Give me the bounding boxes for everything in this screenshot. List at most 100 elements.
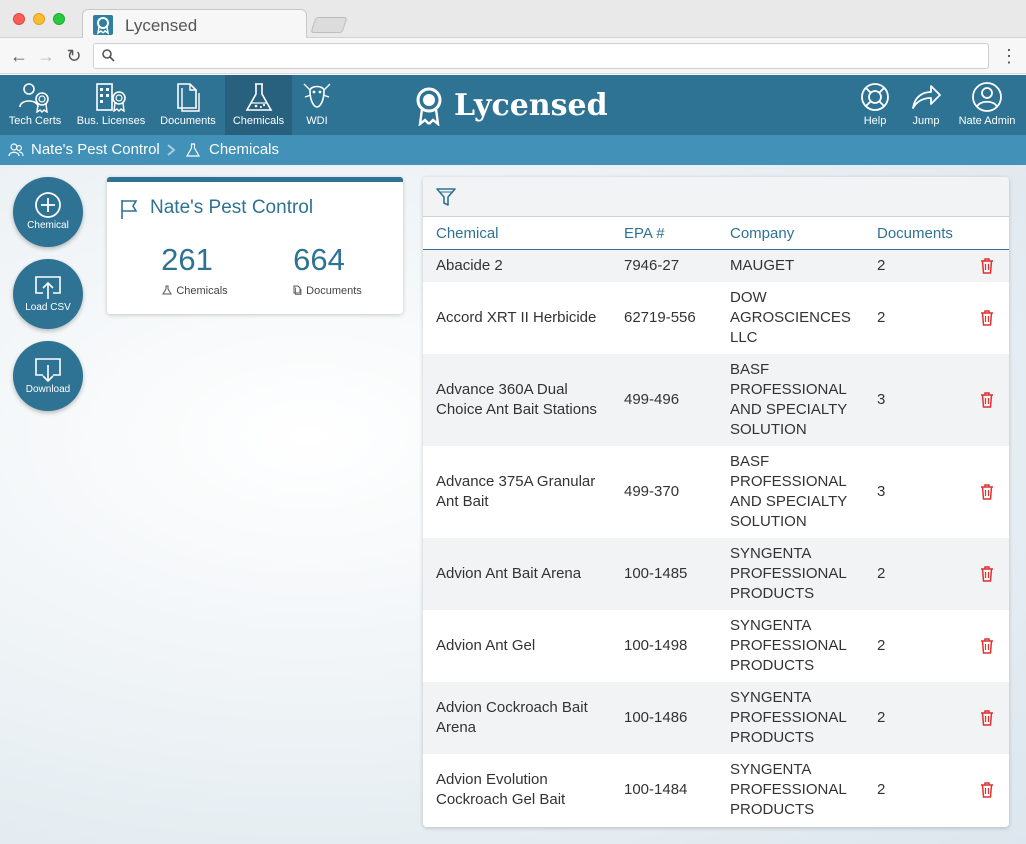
upload-icon	[35, 276, 61, 299]
epa-number: 100-1485	[624, 565, 688, 582]
nav-label: WDI	[306, 115, 328, 127]
new-tab-button[interactable]	[310, 17, 348, 33]
chemicals-count-label: Chemicals	[135, 285, 255, 297]
browser-toolbar: ← → ↻ ⋮	[0, 38, 1026, 74]
lifebuoy-icon	[861, 83, 889, 111]
plus-circle-icon	[35, 192, 61, 218]
table-row[interactable]: Advion Ant Bait Arena 100-1485 SYNGENTA …	[423, 538, 1009, 610]
epa-number: 100-1484	[624, 781, 688, 798]
breadcrumb: Nate's Pest Control Chemicals	[0, 135, 1026, 165]
nav-user-menu[interactable]: Nate Admin	[955, 75, 1019, 135]
certified-people-icon	[19, 83, 49, 113]
nav-bus-licenses[interactable]: Bus. Licenses	[73, 75, 149, 135]
people-icon	[8, 143, 24, 157]
chemical-name: Advion Ant Bait Arena	[436, 565, 582, 582]
column-header-chemical[interactable]: Chemical	[436, 225, 499, 242]
epa-number: 100-1498	[624, 637, 688, 654]
nav-tech-certs[interactable]: Tech Certs	[0, 75, 70, 135]
documents-count: 3	[877, 483, 886, 500]
download-icon	[35, 358, 61, 383]
chemical-name: Advance 375A Granular Ant Bait	[436, 473, 596, 510]
documents-count: 3	[877, 391, 886, 408]
browser-menu-icon[interactable]: ⋮	[1000, 46, 1018, 66]
termite-icon	[303, 83, 331, 108]
documents-icon	[177, 83, 200, 112]
chemicals-table: Chemical EPA # Company Documents Abacide…	[423, 177, 1009, 827]
chemical-name: Accord XRT II Herbicide	[436, 309, 597, 326]
epa-number: 100-1486	[624, 709, 688, 726]
chemical-name: Advion Cockroach Bait Arena	[436, 699, 588, 736]
breadcrumb-company-link[interactable]: Nate's Pest Control	[31, 141, 160, 158]
documents-count: 2	[877, 637, 886, 654]
chemical-name: Advion Evolution Cockroach Gel Bait	[436, 771, 566, 808]
stats-company-name: Nate's Pest Control	[150, 197, 314, 218]
brand-name: Lycensed	[454, 88, 608, 123]
trash-icon[interactable]	[980, 484, 994, 500]
table-row[interactable]: Advion Evolution Cockroach Gel Bait 100-…	[423, 754, 1009, 827]
load-csv-button[interactable]: Load CSV	[13, 259, 83, 329]
app-header: Tech Certs Bus. Licenses Documents Chemi…	[0, 75, 1026, 135]
company-name: SYNGENTA PROFESSIONAL PRODUCTS	[730, 617, 847, 674]
column-header-company[interactable]: Company	[730, 225, 794, 242]
table-header: Chemical EPA # Company Documents	[423, 217, 1009, 250]
download-button[interactable]: Download	[13, 341, 83, 411]
forward-arrow-icon[interactable]: →	[35, 45, 57, 67]
trash-icon[interactable]	[980, 392, 994, 408]
chevron-right-icon	[167, 144, 176, 156]
nav-wdi[interactable]: WDI	[294, 75, 340, 135]
documents-label-text: Documents	[306, 285, 362, 297]
nav-documents[interactable]: Documents	[153, 75, 223, 135]
minimize-window-button[interactable]	[33, 13, 45, 25]
ribbon-award-icon	[93, 15, 113, 35]
column-header-documents[interactable]: Documents	[877, 225, 953, 242]
trash-icon[interactable]	[980, 638, 994, 654]
company-name: BASF PROFESSIONAL AND SPECIALTY SOLUTION	[730, 453, 847, 530]
maximize-window-button[interactable]	[53, 13, 65, 25]
company-name: SYNGENTA PROFESSIONAL PRODUCTS	[730, 545, 847, 602]
table-row[interactable]: Advance 375A Granular Ant Bait 499-370 B…	[423, 446, 1009, 538]
chemical-name: Advion Ant Gel	[436, 637, 536, 654]
search-icon	[102, 49, 115, 62]
company-name: MAUGET	[730, 257, 795, 274]
nav-help[interactable]: Help	[855, 75, 895, 135]
user-icon	[972, 82, 1002, 112]
browser-tab[interactable]: Lycensed	[82, 9, 307, 39]
table-row[interactable]: Advion Cockroach Bait Arena 100-1486 SYN…	[423, 682, 1009, 754]
trash-icon[interactable]	[980, 566, 994, 582]
browser-tab-title: Lycensed	[125, 16, 198, 35]
documents-count: 2	[877, 709, 886, 726]
action-label: Chemical	[27, 220, 69, 231]
documents-count: 2	[877, 257, 886, 274]
add-chemical-button[interactable]: Chemical	[13, 177, 83, 247]
trash-icon[interactable]	[980, 710, 994, 726]
reload-icon[interactable]: ↻	[63, 45, 85, 67]
trash-icon[interactable]	[980, 310, 994, 326]
trash-icon[interactable]	[980, 782, 994, 798]
back-arrow-icon[interactable]: ←	[8, 45, 30, 67]
documents-count[interactable]: 664	[259, 242, 379, 278]
chemical-name: Abacide 2	[436, 257, 503, 274]
nav-label: Nate Admin	[958, 115, 1016, 127]
building-certificate-icon	[96, 83, 126, 113]
nav-jump[interactable]: Jump	[905, 75, 947, 135]
filter-icon[interactable]	[435, 186, 457, 208]
action-label: Download	[25, 384, 71, 395]
chemicals-count[interactable]: 261	[127, 242, 247, 278]
table-row[interactable]: Abacide 2 7946-27 MAUGET 2	[423, 250, 1009, 282]
address-bar[interactable]	[93, 43, 989, 69]
breadcrumb-current: Chemicals	[209, 141, 280, 158]
nav-label: Tech Certs	[8, 115, 62, 127]
nav-chemicals[interactable]: Chemicals	[225, 75, 292, 135]
column-header-epa[interactable]: EPA #	[624, 225, 665, 242]
ribbon-award-icon	[416, 87, 442, 126]
documents-count: 2	[877, 781, 886, 798]
table-row[interactable]: Advance 360A Dual Choice Ant Bait Statio…	[423, 354, 1009, 446]
table-row[interactable]: Accord XRT II Herbicide 62719-556 DOW AG…	[423, 282, 1009, 354]
documents-icon	[293, 285, 302, 295]
close-window-button[interactable]	[13, 13, 25, 25]
share-arrow-icon	[912, 85, 941, 109]
table-row[interactable]: Advion Ant Gel 100-1498 SYNGENTA PROFESS…	[423, 610, 1009, 682]
browser-title-bar: Lycensed	[0, 0, 1026, 39]
trash-icon[interactable]	[980, 258, 994, 274]
documents-count-label: Documents	[267, 285, 387, 297]
